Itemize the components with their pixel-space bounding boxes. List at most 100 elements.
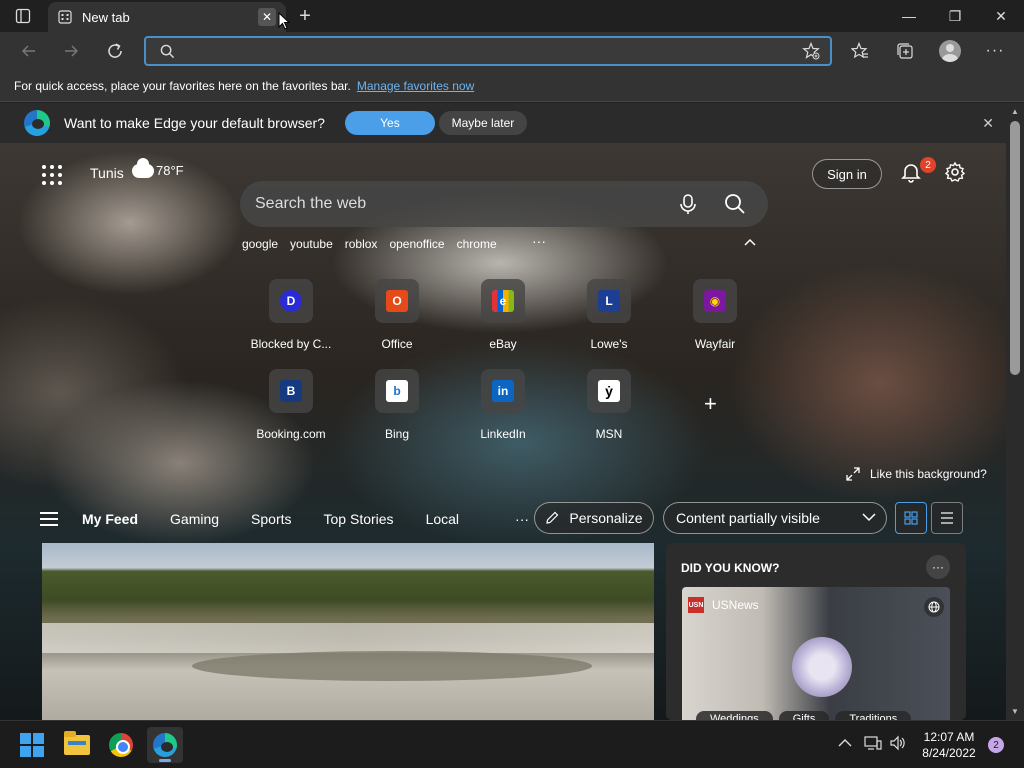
tile-booking[interactable]: B Booking.com xyxy=(246,369,336,441)
list-view-icon xyxy=(941,512,953,524)
quick-link[interactable]: openoffice xyxy=(389,237,444,251)
back-button[interactable] xyxy=(14,36,44,66)
network-icon[interactable] xyxy=(864,735,882,754)
title-bar: New tab ✕ + — ❐ ✕ xyxy=(0,0,1024,32)
clock-date: 8/24/2022 xyxy=(922,746,976,760)
did-you-know-card[interactable]: DID YOU KNOW? ··· USN USNews Weddings Gi… xyxy=(666,543,966,720)
tile-linkedin[interactable]: in LinkedIn xyxy=(458,369,548,441)
page-settings-button[interactable] xyxy=(944,161,968,185)
chrome-taskbar-button[interactable] xyxy=(103,727,139,763)
quick-link[interactable]: chrome xyxy=(457,237,497,251)
banner-message: Want to make Edge your default browser? xyxy=(64,115,325,131)
card-source-name: USNews xyxy=(712,598,759,612)
tile-label: Wayfair xyxy=(694,337,736,351)
chevron-down-icon xyxy=(862,511,876,525)
banner-close-button[interactable]: ✕ xyxy=(982,115,994,132)
tile-label: Bing xyxy=(384,427,410,441)
maybe-later-button[interactable]: Maybe later xyxy=(438,111,527,135)
feed-more-button[interactable]: ··· xyxy=(515,511,529,527)
favorites-bar-hint: For quick access, place your favorites h… xyxy=(14,78,351,93)
address-input[interactable] xyxy=(185,43,802,59)
app-launcher-icon[interactable] xyxy=(42,165,62,185)
quick-link[interactable]: roblox xyxy=(345,237,378,251)
yes-button[interactable]: Yes xyxy=(344,111,435,135)
cursor-arrow-icon xyxy=(278,12,290,30)
address-bar[interactable] xyxy=(144,36,832,66)
add-shortcut-button[interactable]: + xyxy=(704,391,717,417)
forward-arrow-icon xyxy=(65,45,79,57)
card-tag[interactable]: Weddings xyxy=(696,711,773,720)
volume-icon[interactable] xyxy=(889,735,907,754)
tile-lowes[interactable]: L Lowe's xyxy=(564,279,654,351)
card-tag[interactable]: Traditions xyxy=(835,711,912,720)
bell-icon xyxy=(901,164,921,183)
quick-link[interactable]: youtube xyxy=(290,237,333,251)
list-view-button[interactable] xyxy=(931,502,963,534)
scroll-up-arrow-icon[interactable]: ▲ xyxy=(1011,107,1019,116)
scrollbar-thumb[interactable] xyxy=(1010,121,1020,375)
collapse-chevron-up-icon[interactable] xyxy=(744,235,756,249)
page-scrollbar[interactable]: ▲ ▼ xyxy=(1006,103,1024,720)
settings-and-more-button[interactable]: ··· xyxy=(980,36,1010,66)
tile-wayfair[interactable]: ◉ Wayfair xyxy=(670,279,760,351)
refresh-button[interactable] xyxy=(100,36,130,66)
minimize-button[interactable]: — xyxy=(886,0,932,32)
weather-widget[interactable]: 78°F xyxy=(132,157,184,178)
globe-icon[interactable] xyxy=(924,597,944,617)
file-explorer-button[interactable] xyxy=(59,727,95,763)
sign-in-button[interactable]: Sign in xyxy=(812,159,882,189)
feed-hero-card[interactable] xyxy=(42,543,654,720)
weather-temperature: 78°F xyxy=(156,163,184,178)
favorites-button[interactable] xyxy=(845,36,875,66)
show-hidden-icons-button[interactable] xyxy=(838,735,852,751)
search-submit-icon[interactable] xyxy=(724,193,746,215)
tab-close-button[interactable]: ✕ xyxy=(258,8,276,26)
tab-gaming[interactable]: Gaming xyxy=(170,511,219,527)
tab-my-feed[interactable]: My Feed xyxy=(82,511,138,527)
tab-local[interactable]: Local xyxy=(426,511,459,527)
close-window-button[interactable]: ✕ xyxy=(978,0,1024,32)
content-visibility-dropdown[interactable]: Content partially visible xyxy=(663,502,887,534)
card-more-button[interactable]: ··· xyxy=(926,555,950,579)
web-search-input[interactable] xyxy=(255,195,678,213)
new-tab-button[interactable]: + xyxy=(293,4,317,28)
taskbar: 12:07 AM 8/24/2022 2 xyxy=(0,720,1024,768)
card-tag[interactable]: Gifts xyxy=(778,711,830,720)
collections-button[interactable] xyxy=(890,36,920,66)
tile-office[interactable]: O Office xyxy=(352,279,442,351)
tile-ebay[interactable]: e eBay xyxy=(458,279,548,351)
edge-taskbar-button[interactable] xyxy=(147,727,183,763)
restore-button[interactable]: ❐ xyxy=(932,0,978,32)
notification-center-badge[interactable]: 2 xyxy=(988,737,1004,753)
content-visibility-value: Content partially visible xyxy=(676,510,820,526)
quick-search-links: google youtube roblox openoffice chrome xyxy=(242,237,509,251)
add-favorite-icon[interactable] xyxy=(802,42,820,60)
quick-links-more-button[interactable]: ··· xyxy=(532,233,546,249)
scroll-down-arrow-icon[interactable]: ▼ xyxy=(1011,707,1019,716)
linkedin-icon: in xyxy=(492,380,514,402)
profile-button[interactable] xyxy=(935,36,965,66)
microphone-icon[interactable] xyxy=(678,193,698,215)
personalize-button[interactable]: Personalize xyxy=(534,502,654,534)
weather-city[interactable]: Tunis xyxy=(90,165,124,181)
start-button[interactable] xyxy=(14,727,50,763)
hamburger-menu-icon[interactable] xyxy=(40,512,58,526)
card-tags: Weddings Gifts Traditions xyxy=(696,711,912,720)
quick-link[interactable]: google xyxy=(242,237,278,251)
tile-blocked[interactable]: D Blocked by C... xyxy=(246,279,336,351)
manage-favorites-link[interactable]: Manage favorites now xyxy=(357,79,474,93)
forward-button[interactable] xyxy=(56,36,86,66)
tab-actions-button[interactable] xyxy=(8,6,38,26)
grid-view-button[interactable] xyxy=(895,502,927,534)
tile-bing[interactable]: b Bing xyxy=(352,369,442,441)
edge-icon xyxy=(153,733,177,757)
tile-msn[interactable]: ẏ MSN xyxy=(564,369,654,441)
tab-new-tab[interactable]: New tab ✕ xyxy=(48,2,286,32)
did-you-know-image[interactable]: USN USNews Weddings Gifts Traditions xyxy=(682,587,950,720)
like-background-link[interactable]: Like this background? xyxy=(846,467,987,481)
web-search-box[interactable] xyxy=(240,181,768,227)
system-clock[interactable]: 12:07 AM 8/24/2022 xyxy=(916,729,982,761)
tab-top-stories[interactable]: Top Stories xyxy=(324,511,394,527)
collections-icon xyxy=(897,43,913,59)
tab-sports[interactable]: Sports xyxy=(251,511,291,527)
